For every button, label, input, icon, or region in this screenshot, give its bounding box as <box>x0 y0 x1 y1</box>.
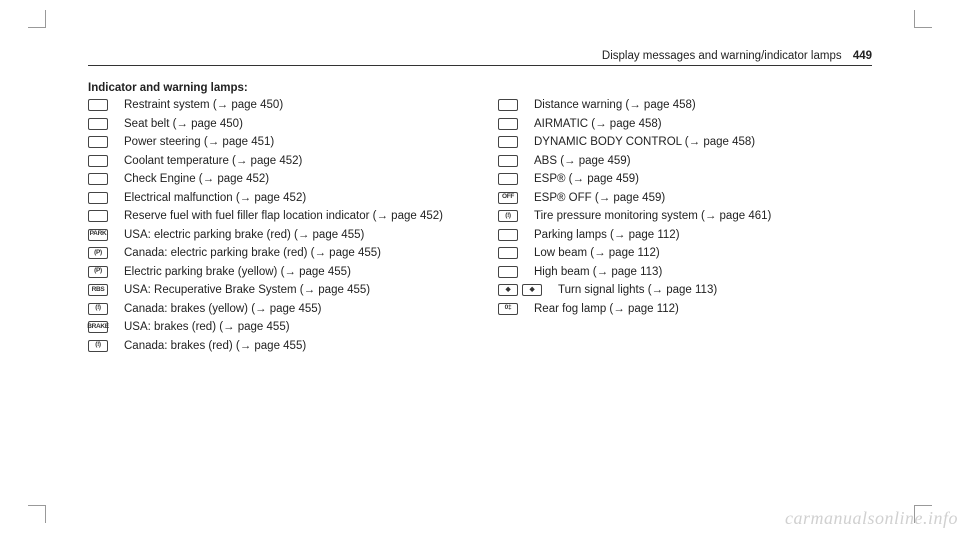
list-item: Seat belt (→ page 450) <box>88 117 462 133</box>
turn-signal-icon: ◆ ◆ <box>498 283 542 296</box>
brakes-yellow-canada-icon: (!) <box>88 303 108 315</box>
list-item: (P) Electric parking brake (yellow) (→ p… <box>88 265 462 281</box>
item-text: Turn signal lights (→ page 113) <box>558 283 872 299</box>
park-icon: PARK <box>88 229 108 241</box>
list-item: ◆ ◆ Turn signal lights (→ page 113) <box>498 283 872 299</box>
list-item: ESP® (→ page 459) <box>498 172 872 188</box>
parking-lamps-icon <box>498 229 518 241</box>
seatbelt-icon <box>88 118 108 130</box>
list-item: RBS USA: Recuperative Brake System (→ pa… <box>88 283 462 299</box>
brakes-red-canada-icon: (!) <box>88 340 108 352</box>
turn-left-icon: ◆ <box>498 284 518 296</box>
list-item: Parking lamps (→ page 112) <box>498 228 872 244</box>
item-text: Electric parking brake (yellow) (→ page … <box>124 265 462 281</box>
watermark: carmanualsonline.info <box>785 508 958 529</box>
list-item: High beam (→ page 113) <box>498 265 872 281</box>
power-steering-icon <box>88 136 108 148</box>
item-text: USA: brakes (red) (→ page 455) <box>124 320 462 336</box>
dynamic-body-control-icon <box>498 136 518 148</box>
high-beam-icon <box>498 266 518 278</box>
list-item: BRAKE USA: brakes (red) (→ page 455) <box>88 320 462 336</box>
item-text: ABS (→ page 459) <box>534 154 872 170</box>
list-item: DYNAMIC BODY CONTROL (→ page 458) <box>498 135 872 151</box>
list-item: Distance warning (→ page 458) <box>498 98 872 114</box>
list-item: PARK USA: electric parking brake (red) (… <box>88 228 462 244</box>
parking-brake-canada-icon: (P) <box>88 247 108 259</box>
item-text: DYNAMIC BODY CONTROL (→ page 458) <box>534 135 872 151</box>
item-text: High beam (→ page 113) <box>534 265 872 281</box>
rbs-icon: RBS <box>88 284 108 296</box>
coolant-temp-icon <box>88 155 108 167</box>
distance-warning-icon <box>498 99 518 111</box>
parking-brake-yellow-icon: (P) <box>88 266 108 278</box>
low-beam-icon <box>498 247 518 259</box>
list-item: AIRMATIC (→ page 458) <box>498 117 872 133</box>
list-item: Coolant temperature (→ page 452) <box>88 154 462 170</box>
esp-off-icon: OFF <box>498 192 518 204</box>
content-columns: Restraint system (→ page 450) Seat belt … <box>88 98 872 357</box>
page-number: 449 <box>853 50 872 62</box>
page-header: Display messages and warning/indicator l… <box>88 50 872 66</box>
item-text: Reserve fuel with fuel filler flap locat… <box>124 209 462 225</box>
list-item: Check Engine (→ page 452) <box>88 172 462 188</box>
section-title: Indicator and warning lamps: <box>88 82 872 94</box>
item-text: Canada: electric parking brake (red) (→ … <box>124 246 462 262</box>
list-item: Power steering (→ page 451) <box>88 135 462 151</box>
esp-icon <box>498 173 518 185</box>
column-left: Restraint system (→ page 450) Seat belt … <box>88 98 462 357</box>
item-text: Low beam (→ page 112) <box>534 246 872 262</box>
column-right: Distance warning (→ page 458) AIRMATIC (… <box>498 98 872 357</box>
header-title: Display messages and warning/indicator l… <box>602 50 842 62</box>
list-item: (!) Canada: brakes (red) (→ page 455) <box>88 339 462 355</box>
list-item: OFF ESP® OFF (→ page 459) <box>498 191 872 207</box>
item-text: Seat belt (→ page 450) <box>124 117 462 133</box>
list-item: Restraint system (→ page 450) <box>88 98 462 114</box>
tire-pressure-icon: (!) <box>498 210 518 222</box>
list-item: (!) Tire pressure monitoring system (→ p… <box>498 209 872 225</box>
item-text: Distance warning (→ page 458) <box>534 98 872 114</box>
airmatic-icon <box>498 118 518 130</box>
page: Display messages and warning/indicator l… <box>0 0 960 533</box>
reserve-fuel-icon <box>88 210 108 222</box>
item-text: ESP® OFF (→ page 459) <box>534 191 872 207</box>
list-item: Electrical malfunction (→ page 452) <box>88 191 462 207</box>
list-item: Low beam (→ page 112) <box>498 246 872 262</box>
item-text: Electrical malfunction (→ page 452) <box>124 191 462 207</box>
list-item: 0‡ Rear fog lamp (→ page 112) <box>498 302 872 318</box>
list-item: (P) Canada: electric parking brake (red)… <box>88 246 462 262</box>
item-text: Coolant temperature (→ page 452) <box>124 154 462 170</box>
rear-fog-lamp-icon: 0‡ <box>498 303 518 315</box>
restraint-system-icon <box>88 99 108 111</box>
item-text: Canada: brakes (yellow) (→ page 455) <box>124 302 462 318</box>
list-item: Reserve fuel with fuel filler flap locat… <box>88 209 462 225</box>
item-text: USA: Recuperative Brake System (→ page 4… <box>124 283 462 299</box>
item-text: Restraint system (→ page 450) <box>124 98 462 114</box>
brake-usa-icon: BRAKE <box>88 321 108 333</box>
abs-icon <box>498 155 518 167</box>
check-engine-icon <box>88 173 108 185</box>
list-item: (!) Canada: brakes (yellow) (→ page 455) <box>88 302 462 318</box>
item-text: Check Engine (→ page 452) <box>124 172 462 188</box>
electrical-malfunction-icon <box>88 192 108 204</box>
item-text: Parking lamps (→ page 112) <box>534 228 872 244</box>
item-text: USA: electric parking brake (red) (→ pag… <box>124 228 462 244</box>
item-text: Rear fog lamp (→ page 112) <box>534 302 872 318</box>
item-text: Power steering (→ page 451) <box>124 135 462 151</box>
item-text: AIRMATIC (→ page 458) <box>534 117 872 133</box>
item-text: Tire pressure monitoring system (→ page … <box>534 209 872 225</box>
list-item: ABS (→ page 459) <box>498 154 872 170</box>
item-text: ESP® (→ page 459) <box>534 172 872 188</box>
item-text: Canada: brakes (red) (→ page 455) <box>124 339 462 355</box>
turn-right-icon: ◆ <box>522 284 542 296</box>
